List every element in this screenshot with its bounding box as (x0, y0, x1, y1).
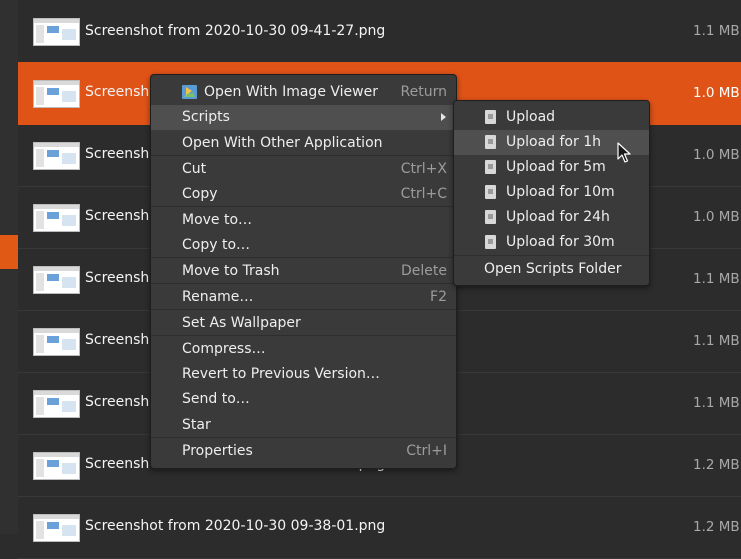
menu-item-open-with-image-viewer[interactable]: Open With Image Viewer Return (151, 80, 456, 105)
file-thumbnail (33, 452, 80, 480)
script-file-icon (485, 135, 496, 149)
menu-item-label: Properties (182, 443, 253, 459)
menu-separator (151, 155, 456, 156)
menu-item-accel: F2 (430, 289, 447, 305)
file-size: 1.2 MB (693, 457, 740, 473)
menu-item-label: Compress… (182, 341, 266, 357)
menu-item-move-to-trash[interactable]: Move to Trash Delete (151, 259, 456, 284)
menu-separator (151, 437, 456, 438)
menu-item-label: Copy to… (182, 237, 251, 253)
menu-item-copy-to[interactable]: Copy to… (151, 233, 456, 258)
menu-item-properties[interactable]: Properties Ctrl+I (151, 439, 456, 464)
menu-item-label: Open With Other Application (182, 135, 383, 151)
script-file-icon (485, 185, 496, 199)
sidebar-selection-marker (0, 235, 18, 269)
menu-item-open-with-other[interactable]: Open With Other Application (151, 131, 456, 156)
submenu-item-label: Upload (506, 109, 556, 125)
menu-item-cut[interactable]: Cut Ctrl+X (151, 157, 456, 182)
menu-item-move-to[interactable]: Move to… (151, 208, 456, 233)
file-name: Screenshot from 2020-10-30 09-41-27.png (85, 23, 386, 39)
file-size: 1.0 MB (693, 147, 740, 163)
menu-item-label: Send to… (182, 391, 250, 407)
file-size: 1.1 MB (693, 271, 740, 287)
submenu-item-label: Upload for 10m (506, 184, 615, 200)
menu-separator (151, 335, 456, 336)
file-size: 1.1 MB (693, 333, 740, 349)
menu-item-set-as-wallpaper[interactable]: Set As Wallpaper (151, 311, 456, 336)
file-thumbnail (33, 204, 80, 232)
file-row[interactable]: Screenshot from 2020-10-30 09-41-27.png … (18, 0, 741, 63)
image-viewer-icon (182, 85, 197, 99)
submenu-item-upload-30m[interactable]: Upload for 30m (454, 230, 649, 255)
menu-separator (151, 206, 456, 207)
file-name: Screenshot from 2020-10-30 09-38-01.png (85, 518, 386, 534)
file-thumbnail (33, 514, 80, 542)
script-file-icon (485, 160, 496, 174)
file-row[interactable]: Screenshot from 2020-10-30 09-38-01.png … (18, 496, 741, 559)
submenu-item-upload[interactable]: Upload (454, 105, 649, 130)
file-size: 1.0 MB (693, 209, 740, 225)
menu-item-label: Set As Wallpaper (182, 315, 301, 331)
script-file-icon (485, 210, 496, 224)
submenu-item-label: Upload for 30m (506, 234, 615, 250)
menu-item-compress[interactable]: Compress… (151, 337, 456, 362)
submenu-arrow-icon (441, 113, 446, 121)
file-size: 1.1 MB (693, 23, 740, 39)
file-thumbnail (33, 390, 80, 418)
submenu-item-upload-10m[interactable]: Upload for 10m (454, 180, 649, 205)
menu-item-label: Copy (182, 186, 218, 202)
menu-item-label: Cut (182, 161, 207, 177)
submenu-item-label: Upload for 1h (506, 134, 601, 150)
menu-item-copy[interactable]: Copy Ctrl+C (151, 182, 456, 207)
mouse-pointer-icon (617, 142, 631, 163)
menu-item-rename[interactable]: Rename… F2 (151, 285, 456, 310)
file-thumbnail (33, 142, 80, 170)
submenu-item-label: Open Scripts Folder (484, 261, 622, 277)
menu-item-label: Revert to Previous Version… (182, 366, 380, 382)
context-menu: Open With Image Viewer Return Scripts Op… (150, 74, 457, 469)
file-thumbnail (33, 18, 80, 46)
menu-item-label: Move to Trash (182, 263, 280, 279)
menu-item-label: Scripts (182, 109, 230, 125)
menu-item-label: Star (182, 417, 211, 433)
file-thumbnail (33, 266, 80, 294)
menu-item-label: Open With Image Viewer (204, 84, 378, 100)
menu-item-label: Rename… (182, 289, 254, 305)
menu-item-accel: Ctrl+C (400, 186, 447, 202)
sidebar-edge (0, 0, 18, 534)
menu-separator (151, 283, 456, 284)
menu-separator (151, 257, 456, 258)
script-file-icon (485, 235, 496, 249)
menu-item-revert[interactable]: Revert to Previous Version… (151, 362, 456, 387)
menu-item-accel: Delete (401, 263, 447, 279)
menu-item-accel: Ctrl+I (406, 443, 447, 459)
file-thumbnail (33, 328, 80, 356)
file-size: 1.0 MB (693, 85, 740, 101)
file-size: 1.2 MB (693, 519, 740, 535)
file-thumbnail (33, 80, 80, 108)
scripts-submenu: Upload Upload for 1h Upload for 5m Uploa… (453, 100, 650, 286)
menu-item-scripts[interactable]: Scripts (151, 105, 456, 130)
script-file-icon (485, 110, 496, 124)
menu-item-send-to[interactable]: Send to… (151, 387, 456, 412)
menu-separator (454, 255, 649, 256)
menu-item-accel: Return (400, 84, 447, 100)
submenu-item-label: Upload for 24h (506, 209, 610, 225)
submenu-item-open-scripts-folder[interactable]: Open Scripts Folder (454, 257, 649, 282)
menu-item-label: Move to… (182, 212, 253, 228)
submenu-item-label: Upload for 5m (506, 159, 606, 175)
menu-item-accel: Ctrl+X (400, 161, 447, 177)
submenu-item-upload-24h[interactable]: Upload for 24h (454, 205, 649, 230)
menu-item-star[interactable]: Star (151, 413, 456, 438)
menu-separator (151, 309, 456, 310)
file-size: 1.1 MB (693, 395, 740, 411)
